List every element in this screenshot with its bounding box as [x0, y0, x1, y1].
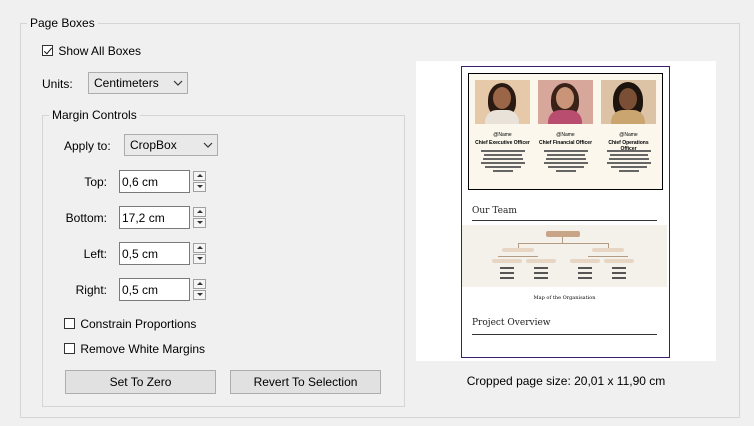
project-overview-heading: Project Overview: [472, 318, 551, 328]
bottom-increment-button[interactable]: [193, 207, 206, 217]
cropped-page-size: Cropped page size: 20,01 x 11,90 cm: [466, 374, 666, 388]
constrain-proportions-label: Constrain Proportions: [80, 316, 197, 331]
top-decrement-button[interactable]: [193, 182, 206, 192]
right-increment-button[interactable]: [193, 279, 206, 289]
person-photo: [601, 80, 656, 124]
team-description: [606, 150, 651, 174]
team-role: Chief Executive Officer: [475, 140, 530, 146]
remove-white-margins-label: Remove White Margins: [80, 341, 206, 356]
team-name: @Name: [619, 132, 638, 138]
right-input[interactable]: 0,5 cm: [119, 278, 190, 301]
team-name: @Name: [493, 132, 512, 138]
left-decrement-button[interactable]: [193, 254, 206, 264]
apply-to-label: Apply to:: [64, 139, 111, 153]
top-input[interactable]: 0,6 cm: [119, 170, 190, 193]
remove-white-margins-checkbox[interactable]: Remove White Margins: [64, 341, 205, 356]
checkbox-checked-icon: [42, 45, 53, 57]
bottom-input[interactable]: 17,2 cm: [119, 206, 190, 229]
apply-to-select[interactable]: CropBox: [124, 134, 218, 156]
left-value: 0,5 cm: [122, 247, 159, 261]
checkbox-unchecked-icon: [64, 343, 75, 355]
chevron-down-icon: [203, 142, 213, 148]
crop-box-outline: @Name Chief Executive Officer @Name Chie…: [461, 66, 670, 358]
checkbox-unchecked-icon: [64, 318, 75, 330]
top-label: Top:: [84, 175, 107, 189]
team-description: [543, 150, 588, 174]
left-label: Left:: [83, 247, 107, 261]
divider: [472, 220, 657, 221]
constrain-proportions-checkbox[interactable]: Constrain Proportions: [64, 316, 196, 331]
margin-controls-legend: Margin Controls: [52, 108, 137, 122]
person-photo: [538, 80, 593, 124]
right-value: 0,5 cm: [122, 283, 159, 297]
chevron-down-icon: [173, 80, 183, 86]
top-value: 0,6 cm: [122, 175, 159, 189]
page-boxes-legend: Page Boxes: [30, 16, 95, 30]
top-increment-button[interactable]: [193, 171, 206, 181]
org-chart-caption: Map of the Organisation: [533, 295, 596, 301]
show-all-boxes-label: Show All Boxes: [58, 43, 142, 58]
units-select-value: Centimeters: [94, 76, 159, 90]
our-team-heading: Our Team: [472, 206, 517, 216]
right-decrement-button[interactable]: [193, 290, 206, 300]
team-description: [480, 150, 525, 174]
page-preview: @Name Chief Executive Officer @Name Chie…: [416, 61, 716, 361]
show-all-boxes-checkbox[interactable]: Show All Boxes: [42, 43, 141, 58]
units-label: Units:: [42, 77, 73, 91]
revert-to-selection-button[interactable]: Revert To Selection: [230, 370, 381, 394]
bottom-label: Bottom:: [65, 211, 107, 225]
bottom-decrement-button[interactable]: [193, 218, 206, 228]
team-name: @Name: [556, 132, 575, 138]
team-role: Chief Financial Officer: [538, 140, 593, 146]
person-photo: [475, 80, 530, 124]
right-label: Right:: [75, 283, 107, 297]
team-section: @Name Chief Executive Officer @Name Chie…: [468, 73, 663, 190]
apply-to-select-value: CropBox: [130, 138, 177, 152]
set-to-zero-button[interactable]: Set To Zero: [65, 370, 216, 394]
org-chart: [462, 225, 667, 287]
left-increment-button[interactable]: [193, 243, 206, 253]
divider: [472, 334, 657, 335]
bottom-value: 17,2 cm: [122, 211, 165, 225]
units-select[interactable]: Centimeters: [88, 72, 188, 94]
left-input[interactable]: 0,5 cm: [119, 242, 190, 265]
